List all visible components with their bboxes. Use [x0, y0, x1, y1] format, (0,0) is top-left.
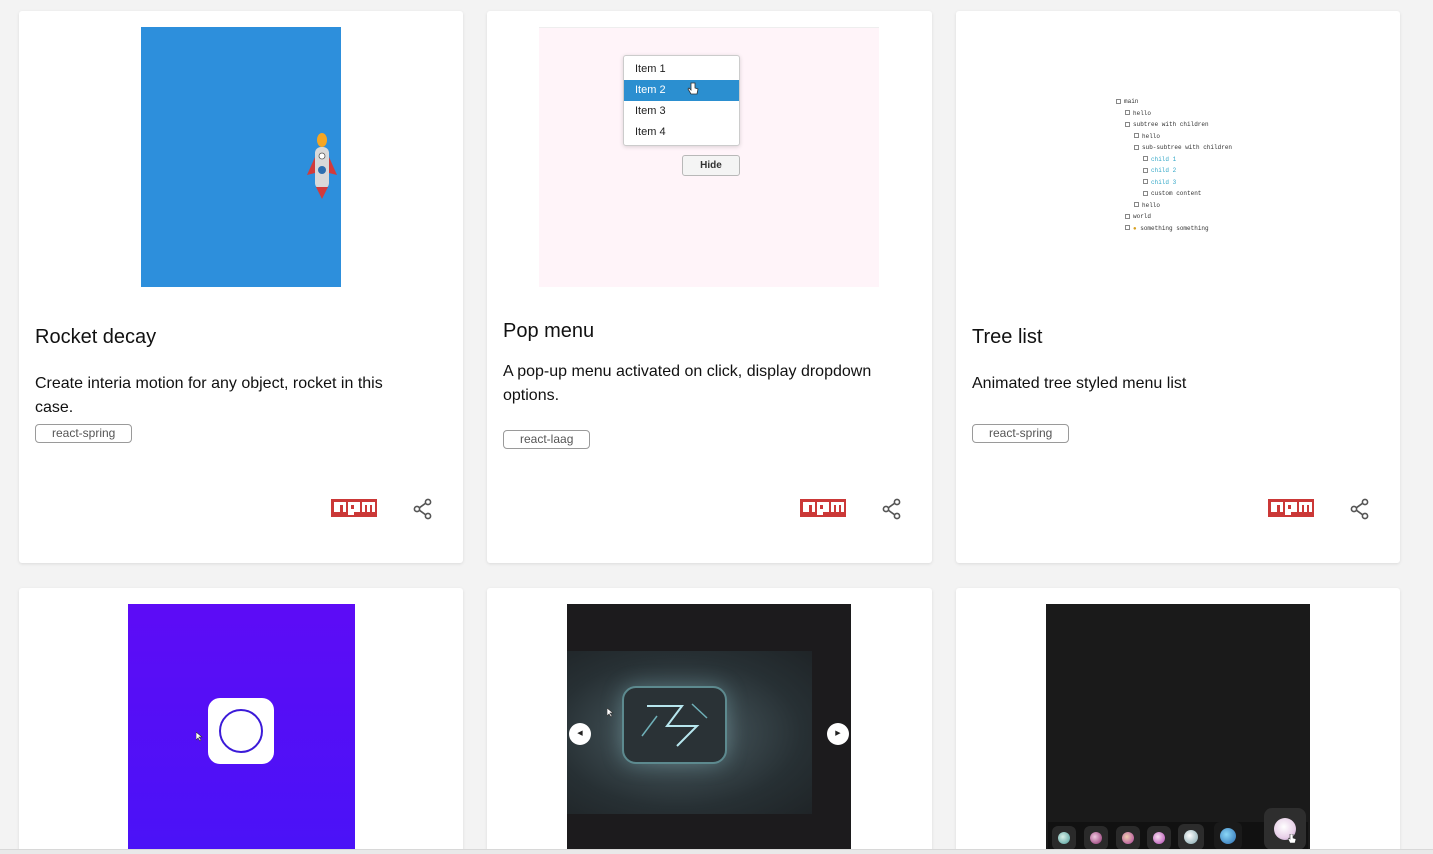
node-box-icon	[1143, 167, 1148, 173]
horizontal-scrollbar[interactable]	[0, 849, 1433, 854]
dock-item[interactable]	[1214, 822, 1242, 850]
dock-item[interactable]	[1178, 824, 1204, 850]
npm-icon[interactable]	[1268, 499, 1314, 517]
share-icon[interactable]	[1349, 498, 1371, 520]
carousel-prev-button[interactable]: ◀	[569, 723, 591, 745]
menu-item[interactable]: Item 3	[624, 101, 739, 122]
carousel-preview[interactable]: ◀ ▶	[567, 604, 851, 854]
share-icon[interactable]	[881, 498, 903, 520]
card-rocket-decay[interactable]: Rocket decay Create interia motion for a…	[19, 11, 463, 563]
card-tree-list[interactable]: main hello subtree with children hello s…	[956, 11, 1400, 563]
node-box-icon	[1134, 133, 1139, 139]
cursor-icon	[196, 732, 203, 742]
tree-node[interactable]: something something	[1140, 225, 1208, 232]
tag-chip[interactable]: react-laag	[503, 430, 591, 449]
card-description: Create interia motion for any object, ro…	[35, 375, 383, 416]
card-title: Tree list	[972, 326, 1043, 348]
tree-node[interactable]: hello	[1133, 110, 1151, 117]
card-dock-preview[interactable]	[956, 588, 1400, 854]
tree-node[interactable]: hello	[1142, 202, 1160, 209]
card-description: A pop-up menu activated on click, displa…	[503, 363, 872, 404]
ring-icon	[219, 709, 263, 753]
node-box-icon	[1143, 179, 1148, 185]
card-purple-preview[interactable]	[19, 588, 463, 854]
tree-node[interactable]: hello	[1142, 133, 1160, 140]
node-box-icon	[1143, 190, 1148, 196]
dock-preview[interactable]	[1046, 604, 1310, 854]
dock-item[interactable]	[1052, 826, 1076, 850]
tree-node[interactable]: sub-subtree with children	[1142, 144, 1232, 151]
tag-chip[interactable]: react-spring	[972, 424, 1070, 443]
tree-node[interactable]: world	[1133, 213, 1151, 220]
card-carousel-preview[interactable]: ◀ ▶	[487, 588, 932, 854]
tag-chip[interactable]: react-spring	[35, 424, 133, 443]
cat-emoji-icon: ●	[1133, 224, 1137, 232]
node-box-icon	[1134, 202, 1139, 208]
node-box-icon	[1125, 110, 1130, 116]
cursor-icon	[607, 708, 614, 718]
tree-node[interactable]: subtree with children	[1133, 121, 1209, 128]
share-icon[interactable]	[412, 498, 434, 520]
toggle-tile[interactable]	[208, 698, 274, 764]
card-title: Rocket decay	[35, 326, 157, 348]
card-description: Animated tree styled menu list	[972, 375, 1187, 392]
dropdown-menu: Item 1 Item 2 Item 3 Item 4	[623, 55, 740, 146]
tree-node[interactable]: child 3	[1151, 179, 1176, 186]
tree-node[interactable]: main	[1124, 98, 1138, 105]
dock-item[interactable]	[1116, 826, 1140, 850]
tree-node[interactable]: child 1	[1151, 156, 1176, 163]
tree-node[interactable]: child 2	[1151, 167, 1176, 174]
rocket-preview[interactable]	[141, 27, 341, 287]
menu-item[interactable]: Item 4	[624, 122, 739, 143]
dock-item[interactable]	[1084, 826, 1108, 850]
carousel-image	[567, 651, 812, 814]
node-box-icon	[1143, 156, 1148, 162]
pop-menu-preview[interactable]: Item 1 Item 2 Item 3 Item 4 Hide	[539, 27, 879, 287]
dock-item[interactable]	[1147, 826, 1171, 850]
menu-item-selected[interactable]: Item 2	[624, 80, 739, 101]
tree-list-preview[interactable]: main hello subtree with children hello s…	[1116, 96, 1232, 234]
npm-icon[interactable]	[331, 499, 377, 517]
collapse-box-icon[interactable]	[1116, 98, 1121, 104]
hand-cursor-icon	[687, 82, 699, 95]
purple-preview[interactable]	[128, 604, 355, 854]
card-pop-menu[interactable]: Item 1 Item 2 Item 3 Item 4 Hide Pop men…	[487, 11, 932, 563]
menu-item[interactable]: Item 1	[624, 59, 739, 80]
collapse-box-icon[interactable]	[1125, 121, 1130, 127]
rocket-icon	[307, 133, 337, 199]
npm-icon[interactable]	[800, 499, 846, 517]
collapse-box-icon[interactable]	[1134, 144, 1139, 150]
dock-item-active[interactable]	[1264, 808, 1306, 850]
carousel-next-button[interactable]: ▶	[827, 723, 849, 745]
card-title: Pop menu	[503, 320, 595, 342]
hand-cursor-icon	[1288, 834, 1296, 844]
hide-button[interactable]: Hide	[682, 155, 740, 176]
node-box-icon	[1125, 225, 1130, 231]
node-box-icon	[1125, 213, 1130, 219]
tree-node[interactable]: custom content	[1151, 190, 1201, 197]
